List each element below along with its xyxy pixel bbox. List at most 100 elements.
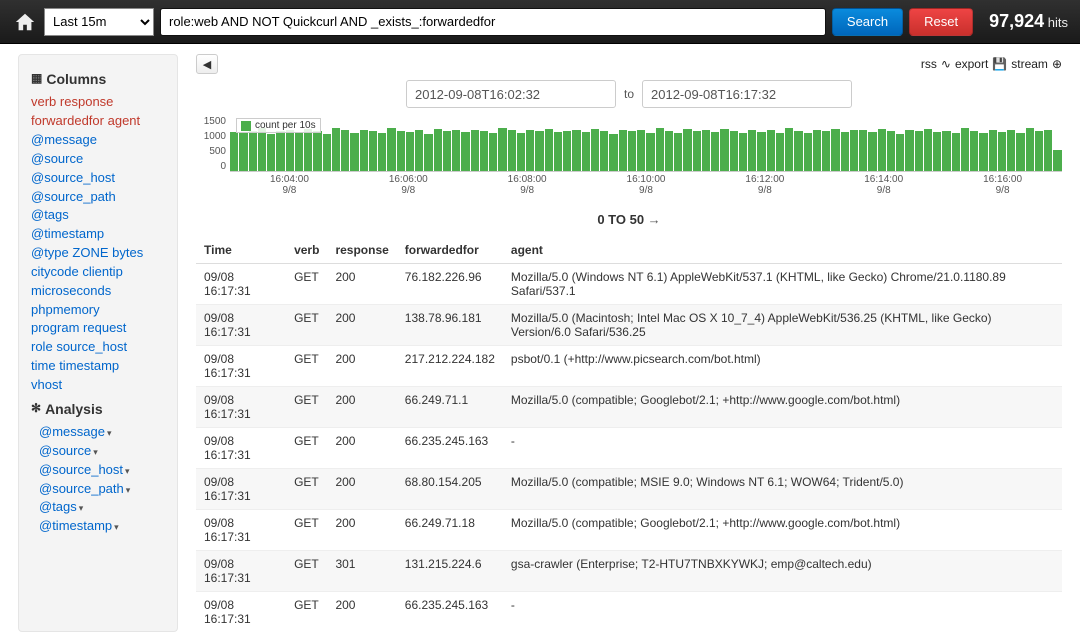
chart-bar[interactable]	[313, 131, 321, 171]
chart-bar[interactable]	[702, 130, 710, 171]
column-toggle[interactable]: forwardedfor	[31, 113, 104, 128]
chart-bar[interactable]	[609, 134, 617, 171]
column-toggle[interactable]: @timestamp	[31, 226, 104, 241]
chart-bar[interactable]	[905, 130, 913, 171]
table-header[interactable]: response	[327, 237, 396, 264]
chart-bar[interactable]	[841, 132, 849, 171]
chart-bar[interactable]	[452, 130, 460, 171]
chart-bar[interactable]	[508, 130, 516, 171]
range-to-input[interactable]	[642, 80, 852, 108]
column-toggle[interactable]: ZONE	[72, 245, 108, 260]
chart-bar[interactable]	[369, 131, 377, 171]
chart-bar[interactable]	[276, 131, 284, 171]
column-toggle[interactable]: timestamp	[59, 358, 119, 373]
chart-bar[interactable]	[859, 130, 867, 171]
table-row[interactable]: 09/08 16:17:31GET20066.235.245.163-	[196, 592, 1062, 632]
chart-bar[interactable]	[878, 129, 886, 171]
table-header[interactable]: agent	[503, 237, 1062, 264]
chart-bar[interactable]	[397, 131, 405, 171]
chart-bar[interactable]	[239, 133, 247, 171]
chart-bar[interactable]	[323, 134, 331, 171]
chart-bar[interactable]	[304, 129, 312, 171]
chart-bar[interactable]	[693, 131, 701, 171]
chart-bar[interactable]	[360, 130, 368, 171]
chart-bar[interactable]	[572, 130, 580, 171]
column-toggle[interactable]: microseconds	[31, 283, 111, 298]
table-row[interactable]: 09/08 16:17:31GET20068.80.154.205Mozilla…	[196, 469, 1062, 510]
reset-button[interactable]: Reset	[909, 8, 973, 36]
chart-bar[interactable]	[350, 133, 358, 171]
chart-bar[interactable]	[887, 131, 895, 171]
analysis-item[interactable]: @source_host▾	[39, 462, 130, 477]
chart-bar[interactable]	[1035, 131, 1043, 171]
chart-bar[interactable]	[656, 128, 664, 171]
chart-bar[interactable]	[1053, 150, 1061, 171]
chart-bar[interactable]	[739, 133, 747, 171]
chart-bar[interactable]	[545, 129, 553, 171]
chart-bar[interactable]	[554, 132, 562, 171]
column-toggle[interactable]: response	[60, 94, 113, 109]
table-header[interactable]: verb	[286, 237, 327, 264]
chart-bar[interactable]	[526, 130, 534, 171]
column-toggle[interactable]: phpmemory	[31, 302, 100, 317]
chart-bar[interactable]	[785, 128, 793, 171]
chart-bar[interactable]	[868, 132, 876, 171]
table-row[interactable]: 09/08 16:17:31GET20066.235.245.163-	[196, 428, 1062, 469]
table-row[interactable]: 09/08 16:17:31GET20066.249.71.1Mozilla/5…	[196, 387, 1062, 428]
chart-bar[interactable]	[794, 131, 802, 171]
chart-bar[interactable]	[489, 133, 497, 171]
chart-bar[interactable]	[683, 129, 691, 171]
chart-bar[interactable]	[1026, 128, 1034, 171]
chart-bar[interactable]	[979, 133, 987, 171]
chart-bar[interactable]	[341, 130, 349, 171]
chart-bar[interactable]	[582, 132, 590, 171]
home-icon[interactable]	[12, 9, 38, 35]
chart-bar[interactable]	[674, 133, 682, 171]
table-header[interactable]: forwardedfor	[397, 237, 503, 264]
chart-bar[interactable]	[896, 134, 904, 171]
chart-bar[interactable]	[295, 132, 303, 171]
time-range-select[interactable]: Last 15m	[44, 8, 154, 36]
chart-bar[interactable]	[619, 130, 627, 171]
chart-bar[interactable]	[628, 131, 636, 171]
chart-bar[interactable]	[498, 128, 506, 171]
analysis-item[interactable]: @source▾	[39, 443, 98, 458]
chart-bar[interactable]	[711, 132, 719, 171]
analysis-item[interactable]: @source_path▾	[39, 481, 130, 496]
column-toggle[interactable]: vhost	[31, 377, 62, 392]
chart-bar[interactable]	[1044, 130, 1052, 171]
column-toggle[interactable]: clientip	[82, 264, 122, 279]
chart-bar[interactable]	[406, 132, 414, 171]
column-toggle[interactable]: verb	[31, 94, 56, 109]
column-toggle[interactable]: role	[31, 339, 53, 354]
column-toggle[interactable]: request	[83, 320, 126, 335]
table-row[interactable]: 09/08 16:17:31GET301131.215.224.6gsa-cra…	[196, 551, 1062, 592]
search-button[interactable]: Search	[832, 8, 903, 36]
table-header[interactable]: Time	[196, 237, 286, 264]
chart-bar[interactable]	[665, 131, 673, 171]
table-row[interactable]: 09/08 16:17:31GET20076.182.226.96Mozilla…	[196, 264, 1062, 305]
chart-bar[interactable]	[776, 133, 784, 171]
chart-bar[interactable]	[461, 132, 469, 171]
column-toggle[interactable]: agent	[108, 113, 141, 128]
table-row[interactable]: 09/08 16:17:31GET200217.212.224.182psbot…	[196, 346, 1062, 387]
chart-bar[interactable]	[286, 130, 294, 171]
chart-bar[interactable]	[767, 130, 775, 171]
chart-bar[interactable]	[804, 133, 812, 171]
chart-bar[interactable]	[970, 131, 978, 171]
chart-bar[interactable]	[915, 131, 923, 171]
chart-bar[interactable]	[443, 131, 451, 171]
chart-bar[interactable]	[998, 132, 1006, 171]
analysis-item[interactable]: @timestamp▾	[39, 518, 119, 533]
chart-bar[interactable]	[989, 130, 997, 171]
chart-bar[interactable]	[249, 131, 257, 171]
chart-bar[interactable]	[637, 130, 645, 171]
chart-bar[interactable]	[1007, 130, 1015, 171]
chart-bar[interactable]	[720, 129, 728, 171]
stream-link[interactable]: stream	[1011, 57, 1048, 71]
chart-bar[interactable]	[471, 130, 479, 171]
column-toggle[interactable]: @source	[31, 151, 83, 166]
chart-bar[interactable]	[535, 131, 543, 171]
chart-bar[interactable]	[267, 134, 275, 171]
table-row[interactable]: 09/08 16:17:31GET20066.249.71.18Mozilla/…	[196, 510, 1062, 551]
